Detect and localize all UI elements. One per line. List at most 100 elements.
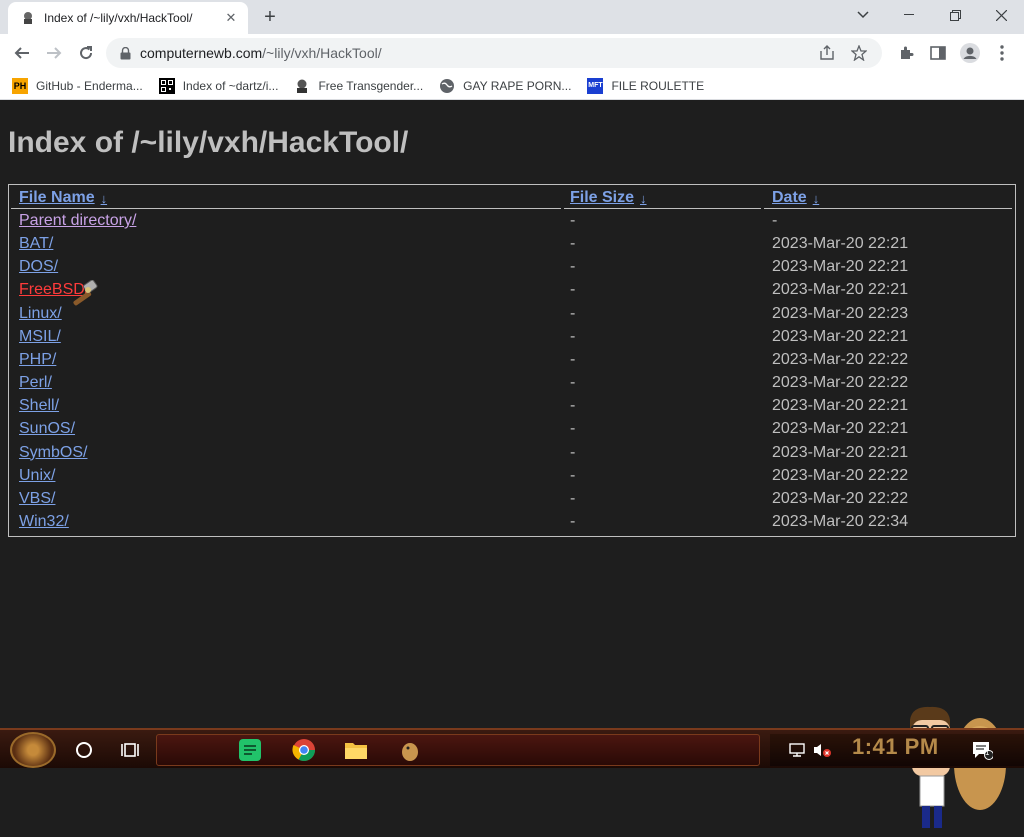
- forward-button[interactable]: [40, 39, 68, 67]
- address-bar[interactable]: computernewb.com/~lily/vxh/HackTool/: [106, 38, 882, 68]
- file-size: -: [570, 350, 576, 368]
- desktop-mascot-overlay: [898, 704, 1008, 832]
- file-date: 2023-Mar-20 22:21: [772, 443, 909, 461]
- file-date: 2023-Mar-20 22:22: [772, 374, 909, 392]
- file-date: 2023-Mar-20 22:21: [772, 235, 909, 253]
- file-link[interactable]: Unix/: [19, 467, 55, 485]
- file-date: 2023-Mar-20 22:23: [772, 304, 909, 322]
- file-size: -: [570, 212, 576, 229]
- notification-count: 1: [985, 748, 990, 757]
- header-divider: [11, 208, 561, 209]
- column-header-name[interactable]: File Name ↓: [19, 187, 107, 209]
- file-size: -: [570, 304, 576, 322]
- file-date: 2023-Mar-20 22:21: [772, 327, 909, 345]
- volume-muted-icon[interactable]: [810, 738, 834, 762]
- new-tab-button[interactable]: +: [258, 5, 282, 29]
- column-header-size[interactable]: File Size ↓: [570, 187, 647, 209]
- tab-search-icon[interactable]: [840, 0, 886, 30]
- back-button[interactable]: [8, 39, 36, 67]
- bookmark-star-icon[interactable]: [848, 42, 870, 64]
- globe-avatar-icon: [294, 78, 310, 94]
- table-row: SunOS/ - 2023-Mar-20 22:21: [9, 418, 1015, 441]
- file-link[interactable]: Parent directory/: [19, 212, 136, 230]
- table-row: Unix/ - 2023-Mar-20 22:22: [9, 465, 1015, 488]
- table-row: Shell/ - 2023-Mar-20 22:21: [9, 395, 1015, 418]
- tab-title: Index of /~lily/vxh/HackTool/: [44, 11, 193, 25]
- file-link[interactable]: VBS/: [19, 490, 55, 508]
- bookmarks-bar: PH GitHub - Enderma... Index of ~dartz/i…: [0, 72, 1024, 100]
- file-date: 2023-Mar-20 22:34: [772, 512, 909, 530]
- tab-strip: Index of /~lily/vxh/HackTool/ ✕ +: [0, 0, 1024, 34]
- taskbar-clock[interactable]: 1:41 PM: [852, 734, 939, 760]
- file-listing-table: File Name ↓ File Size ↓ Date ↓ Parent direc…: [8, 184, 1016, 537]
- close-window-button[interactable]: [978, 0, 1024, 30]
- file-link[interactable]: BAT/: [19, 235, 53, 253]
- file-size: -: [570, 512, 576, 530]
- extensions-icon[interactable]: [894, 41, 918, 65]
- file-link[interactable]: Perl/: [19, 374, 52, 392]
- network-icon[interactable]: [786, 738, 810, 762]
- bookmark-item[interactable]: GAY RAPE PORN...: [439, 78, 571, 94]
- file-date: 2023-Mar-20 22:22: [772, 350, 909, 368]
- chrome-icon[interactable]: [292, 738, 316, 762]
- header-divider: [564, 208, 761, 209]
- page-title: Index of /~lily/vxh/HackTool/: [8, 126, 409, 159]
- file-date: 2023-Mar-20 22:22: [772, 466, 909, 484]
- file-size: -: [570, 327, 576, 345]
- table-row: Parent directory/ - -: [9, 210, 1015, 233]
- tab-close-icon[interactable]: ✕: [222, 9, 240, 27]
- file-size: -: [570, 489, 576, 507]
- menu-kebab-icon[interactable]: [990, 41, 1014, 65]
- bookmark-item[interactable]: Free Transgender...: [294, 78, 423, 94]
- side-panel-icon[interactable]: [926, 41, 950, 65]
- file-link[interactable]: PHP/: [19, 351, 56, 369]
- file-size: -: [570, 420, 576, 438]
- page-content: Index of /~lily/vxh/HackTool/ File Name ↓…: [0, 104, 1024, 828]
- browser-toolbar: computernewb.com/~lily/vxh/HackTool/: [0, 34, 1024, 72]
- qr-icon: [158, 77, 175, 94]
- globe-icon: [439, 78, 455, 94]
- sticky-notes-icon[interactable]: [238, 738, 262, 762]
- bookmark-item[interactable]: Index of ~dartz/i...: [158, 77, 278, 94]
- table-row: Linux/ - 2023-Mar-20 22:23: [9, 303, 1015, 326]
- file-size: -: [570, 258, 576, 276]
- file-size: -: [570, 281, 576, 299]
- reload-button[interactable]: [72, 39, 100, 67]
- table-row: DOS/ - 2023-Mar-20 22:21: [9, 256, 1015, 279]
- bookmark-item[interactable]: PH GitHub - Enderma...: [12, 77, 143, 94]
- file-link[interactable]: Win32/: [19, 513, 69, 531]
- file-link[interactable]: SunOS/: [19, 420, 75, 438]
- sort-arrow-icon: ↓: [640, 190, 647, 206]
- restore-button[interactable]: [932, 0, 978, 30]
- file-size: -: [570, 466, 576, 484]
- hamster-app-icon[interactable]: [398, 738, 422, 762]
- file-size: -: [570, 397, 576, 415]
- table-row: PHP/ - 2023-Mar-20 22:22: [9, 349, 1015, 372]
- file-link[interactable]: Linux/: [19, 305, 62, 323]
- table-row: MSIL/ - 2023-Mar-20 22:21: [9, 326, 1015, 349]
- notifications-icon[interactable]: 1: [970, 738, 994, 762]
- table-row: Win32/ - 2023-Mar-20 22:34: [9, 511, 1015, 534]
- file-link[interactable]: SymbOS/: [19, 444, 87, 462]
- mft-icon: MFT: [587, 77, 604, 94]
- lock-icon[interactable]: [118, 46, 132, 60]
- file-link[interactable]: Shell/: [19, 397, 59, 415]
- profile-avatar-icon[interactable]: [958, 41, 982, 65]
- url-text[interactable]: computernewb.com/~lily/vxh/HackTool/: [140, 45, 806, 61]
- start-button[interactable]: [10, 732, 56, 768]
- file-size: -: [570, 235, 576, 253]
- file-link[interactable]: DOS/: [19, 258, 58, 276]
- share-icon[interactable]: [816, 42, 838, 64]
- file-explorer-icon[interactable]: [344, 738, 368, 762]
- minimize-button[interactable]: [886, 0, 932, 30]
- tab-active[interactable]: Index of /~lily/vxh/HackTool/ ✕: [8, 2, 248, 34]
- task-view-icon[interactable]: [118, 738, 142, 762]
- file-date: 2023-Mar-20 22:22: [772, 489, 909, 507]
- table-row: SymbOS/ - 2023-Mar-20 22:21: [9, 442, 1015, 465]
- table-row: BAT/ - 2023-Mar-20 22:21: [9, 233, 1015, 256]
- file-link[interactable]: MSIL/: [19, 328, 61, 346]
- cortana-icon[interactable]: [72, 738, 96, 762]
- column-header-date[interactable]: Date ↓: [772, 187, 819, 209]
- file-date: 2023-Mar-20 22:21: [772, 397, 909, 415]
- bookmark-item[interactable]: MFT FILE ROULETTE: [587, 77, 704, 94]
